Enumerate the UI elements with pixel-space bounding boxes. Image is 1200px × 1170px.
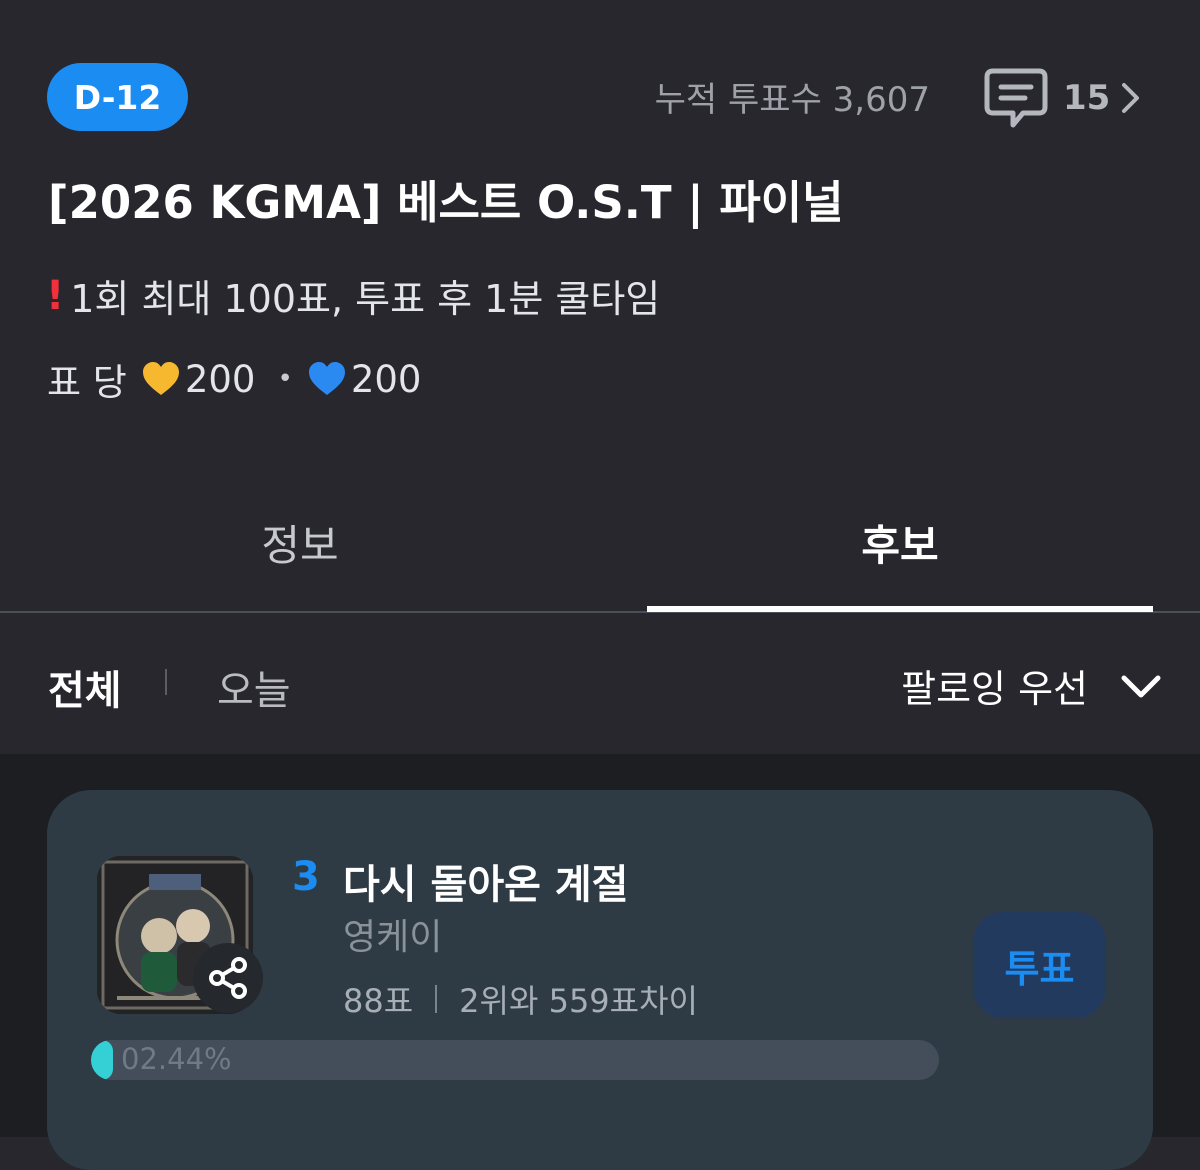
vote-button[interactable]: 투표 bbox=[973, 912, 1106, 1018]
gold-heart-icon bbox=[142, 362, 179, 395]
song-title: 다시 돌아온 계절 bbox=[343, 862, 629, 908]
sort-label: 팔로잉 우선 bbox=[901, 667, 1088, 711]
share-icon bbox=[209, 957, 247, 999]
comment-icon bbox=[984, 68, 1048, 128]
stats-divider bbox=[435, 985, 438, 1013]
chevron-right-icon bbox=[1122, 83, 1140, 113]
vote-progress-bar: 02.44% bbox=[91, 1040, 939, 1080]
price-gold: 200 bbox=[184, 357, 256, 401]
artist-name: 영케이 bbox=[343, 917, 443, 958]
share-button[interactable] bbox=[193, 943, 263, 1013]
blue-heart-icon bbox=[308, 362, 345, 395]
price-separator: • bbox=[277, 364, 293, 394]
tab-candidates[interactable]: 후보 bbox=[600, 512, 1200, 573]
price-blue: 200 bbox=[350, 357, 422, 401]
tab-bar: 정보 후보 bbox=[0, 490, 1200, 614]
filter-all[interactable]: 전체 bbox=[48, 658, 122, 716]
vote-count: 88표 bbox=[343, 982, 414, 1020]
dday-badge: D-12 bbox=[47, 63, 188, 131]
filter-bar: 전체 오늘 팔로잉 우선 bbox=[0, 614, 1200, 754]
vote-progress-fill bbox=[91, 1040, 113, 1080]
vote-notice: ! 1회 최대 100표, 투표 후 1분 쿨타임 bbox=[46, 268, 660, 323]
filter-divider bbox=[165, 669, 167, 695]
tab-active-indicator bbox=[647, 606, 1153, 612]
price-label: 표 당 bbox=[47, 361, 127, 404]
comments-button[interactable]: 15 bbox=[983, 66, 1153, 130]
filter-today[interactable]: 오늘 bbox=[217, 658, 291, 716]
vote-stats: 88표 2위와 559표차이 bbox=[343, 976, 698, 1022]
total-votes: 누적 투표수 3,607 bbox=[654, 80, 930, 120]
vote-percent: 02.44% bbox=[121, 1042, 232, 1076]
vote-header: D-12 누적 투표수 3,607 15 [2026 KGMA] 베스트 O.S… bbox=[0, 0, 1200, 470]
notice-text: 1회 최대 100표, 투표 후 1분 쿨타임 bbox=[70, 277, 661, 321]
candidate-list: 3 다시 돌아온 계절 영케이 88표 2위와 559표차이 투표 02.44% bbox=[0, 754, 1200, 1170]
price-per-vote: 표 당 200 • 200 bbox=[47, 352, 421, 406]
page-title: [2026 KGMA] 베스트 O.S.T | 파이널 bbox=[48, 176, 844, 229]
comment-count: 15 bbox=[1063, 78, 1111, 118]
tab-info[interactable]: 정보 bbox=[0, 512, 600, 573]
candidate-rank: 3 bbox=[292, 854, 320, 900]
sort-dropdown[interactable]: 팔로잉 우선 bbox=[901, 658, 1162, 713]
exclamation-icon: ! bbox=[46, 272, 65, 319]
candidate-card[interactable]: 3 다시 돌아온 계절 영케이 88표 2위와 559표차이 투표 02.44% bbox=[47, 790, 1153, 1170]
chevron-down-icon bbox=[1121, 675, 1161, 697]
vote-gap: 2위와 559표차이 bbox=[459, 982, 698, 1020]
